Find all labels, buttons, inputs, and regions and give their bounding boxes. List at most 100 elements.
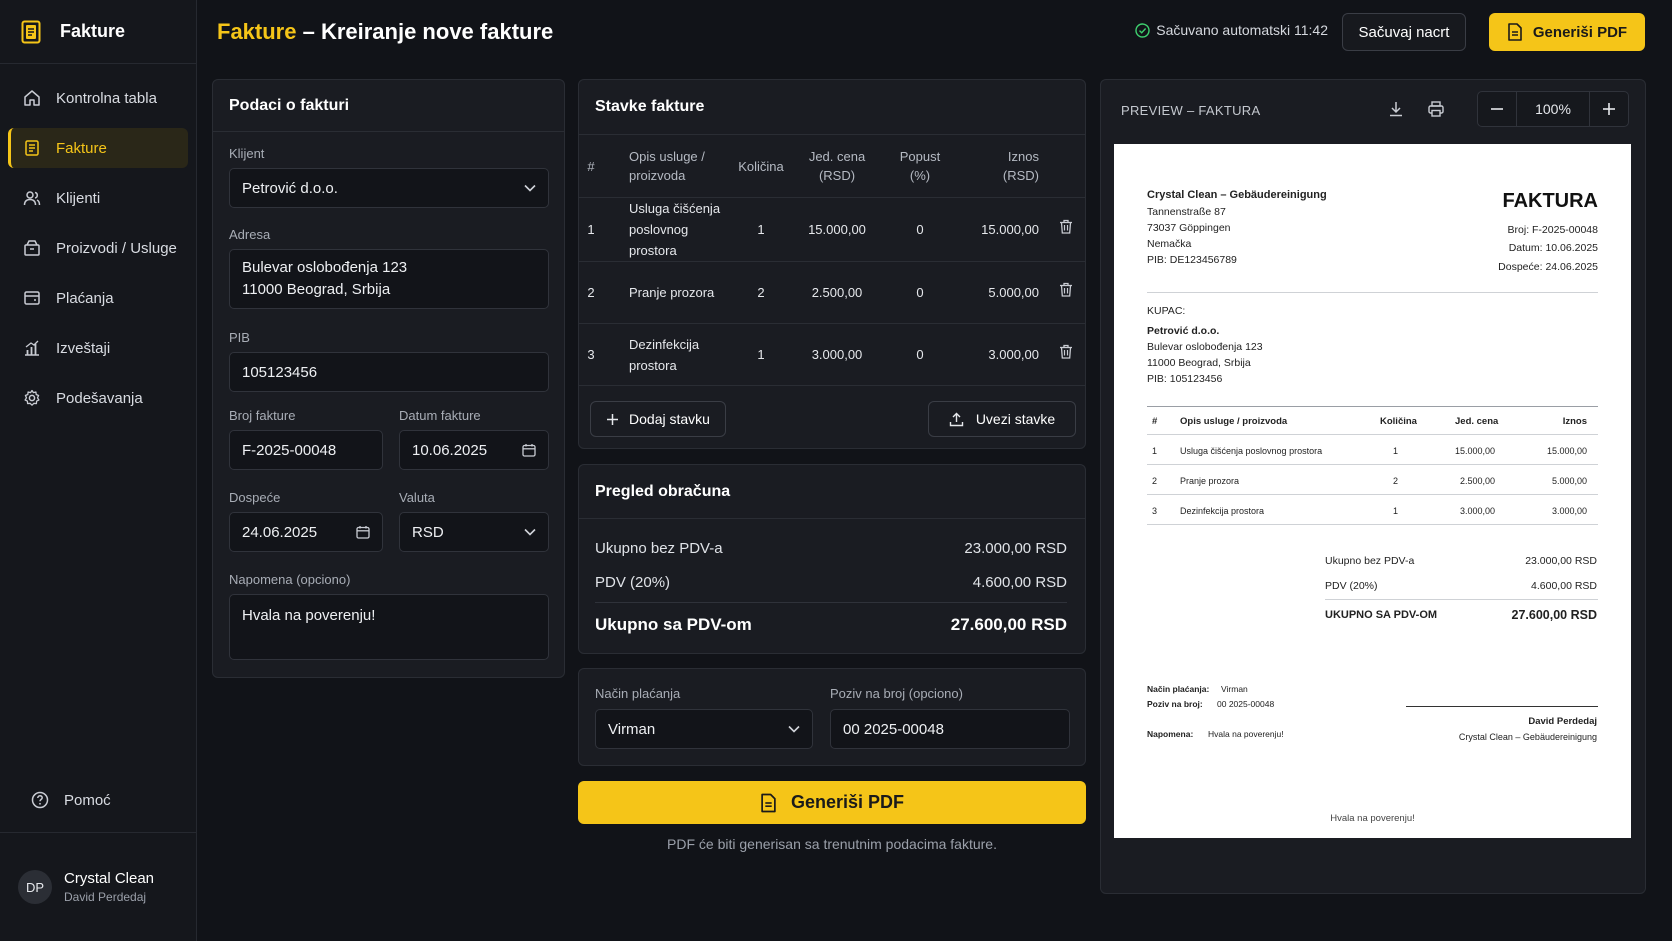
generate-pdf-button[interactable]: Generiši PDF (578, 781, 1086, 824)
doc-row-amount: 3.000,00 (1551, 506, 1587, 516)
col-description-line1: Opis usluge / (629, 149, 705, 164)
pib-field[interactable]: 105123456 (229, 352, 549, 392)
package-icon (22, 238, 42, 258)
row-quantity[interactable]: 2 (729, 261, 793, 324)
import-items-button[interactable]: Uvezi stavke (928, 401, 1076, 437)
doc-row-amount: 15.000,00 (1546, 446, 1587, 456)
panel-title: Pregled obračuna (579, 465, 1085, 519)
table-row[interactable]: 3 Dezinfekcija prostora 1 3.000,00 0 3.00… (579, 323, 1085, 386)
client-select[interactable]: Petrović d.o.o. (229, 168, 549, 208)
sidebar-item-reports[interactable]: Izveštaji (8, 328, 188, 368)
main-nav: Kontrolna tabla Fakture Klijenti Proizvo… (0, 64, 196, 418)
row-description[interactable]: Pranje prozora (603, 261, 729, 324)
doc-buyer-name: Petrović d.o.o. (1147, 325, 1220, 337)
user-company: Crystal Clean (64, 870, 155, 887)
col-num: # (579, 135, 603, 198)
page-title: Fakture – Kreiranje nove fakture (217, 19, 553, 45)
col-discount-line2: (%) (909, 168, 931, 183)
row-unit-price[interactable]: 2.500,00 (793, 261, 881, 324)
address-label: Adresa (229, 227, 271, 242)
user-name: David Perdedaj (64, 890, 147, 904)
help-link[interactable]: Pomoć (16, 780, 180, 820)
row-amount: 3.000,00 (959, 323, 1047, 386)
generate-pdf-header-button[interactable]: Generiši PDF (1489, 13, 1645, 51)
print-icon[interactable] (1427, 100, 1445, 121)
delete-row-button[interactable] (1047, 197, 1085, 262)
chevron-down-icon (788, 725, 800, 733)
due-date-label: Dospeće (229, 490, 281, 505)
doc-sign-company: Crystal Clean – Gebäudereinigung (1458, 732, 1597, 742)
calendar-icon[interactable] (522, 443, 536, 457)
panel-title: Stavke fakture (579, 80, 1085, 135)
address-line2: 11000 Beograd, Srbija (242, 281, 391, 298)
user-profile[interactable]: DP Crystal Clean David Perdedaj (0, 832, 196, 941)
divider (595, 602, 1067, 603)
row-unit-price[interactable]: 3.000,00 (793, 323, 881, 386)
zoom-in-button[interactable] (1589, 92, 1628, 126)
table-row[interactable]: 2 Pranje prozora 2 2.500,00 0 5.000,00 (579, 261, 1085, 324)
sidebar-item-clients[interactable]: Klijenti (8, 178, 188, 218)
download-icon[interactable] (1387, 100, 1405, 121)
col-amount: Iznos (RSD) (959, 135, 1047, 198)
row-description-line1: Dezinfekcija (629, 336, 700, 352)
payment-method-select[interactable]: Virman (595, 709, 813, 749)
address-field[interactable]: Bulevar oslobođenja 123 11000 Beograd, S… (229, 249, 549, 309)
doc-due: Dospeće: 24.06.2025 (1498, 261, 1598, 273)
table-row[interactable]: 1 Usluga čišćenja poslovnog prostora 1 15… (579, 197, 1085, 262)
invoice-number-label: Broj fakture (229, 408, 296, 423)
col-description-line2: proizvoda (629, 168, 686, 183)
row-description[interactable]: Dezinfekcija prostora (603, 323, 729, 386)
vat-label: PDV (20%) (595, 574, 671, 591)
sidebar-item-products[interactable]: Proizvodi / Usluge (8, 228, 188, 268)
total-value: 27.600,00 RSD (950, 615, 1067, 634)
doc-table-bottom-line (1147, 524, 1598, 525)
invoice-date-field[interactable]: 10.06.2025 (399, 430, 549, 470)
avatar: DP (18, 870, 52, 904)
zoom-out-button[interactable] (1478, 92, 1517, 126)
row-discount[interactable]: 0 (881, 261, 959, 324)
sidebar-item-payments[interactable]: Plaćanja (8, 278, 188, 318)
row-description-line2: poslovnog prostora (629, 222, 689, 258)
delete-row-button[interactable] (1047, 261, 1085, 324)
payment-method-value: Virman (608, 720, 656, 738)
home-icon (22, 88, 42, 108)
doc-row-price: 3.000,00 (1459, 506, 1495, 516)
reference-field[interactable]: 00 2025-00048 (830, 709, 1070, 749)
doc-street: Tannenstraße 87 (1147, 206, 1226, 218)
row-amount: 5.000,00 (959, 261, 1047, 324)
sidebar-item-dashboard[interactable]: Kontrolna tabla (8, 78, 188, 118)
brand: Fakture (0, 0, 196, 64)
add-item-button[interactable]: Dodaj stavku (590, 401, 726, 437)
sidebar-item-settings[interactable]: Podešavanja (8, 378, 188, 418)
client-label: Klijent (229, 146, 265, 161)
row-quantity[interactable]: 1 (729, 197, 793, 262)
doc-country: Nemačka (1147, 238, 1192, 250)
row-unit-price[interactable]: 15.000,00 (793, 197, 881, 262)
note-textarea[interactable]: Hvala na poverenju! (229, 594, 549, 660)
row-quantity[interactable]: 1 (729, 323, 793, 386)
help-label: Pomoć (64, 791, 111, 809)
doc-total-line (1325, 599, 1598, 600)
plus-icon (1603, 103, 1615, 115)
row-num: 2 (579, 261, 603, 324)
subtotal-label: Ukupno bez PDV-a (595, 540, 723, 557)
due-date-field[interactable]: 24.06.2025 (229, 512, 383, 552)
calendar-icon[interactable] (356, 525, 370, 539)
row-description-line2: prostora (629, 357, 677, 373)
summary-panel: Pregled obračuna Ukupno bez PDV-a 23.000… (578, 464, 1086, 654)
row-description[interactable]: Usluga čišćenja poslovnog prostora (603, 197, 729, 262)
doc-th-desc: Opis usluge / proizvoda (1180, 416, 1288, 427)
row-discount[interactable]: 0 (881, 197, 959, 262)
currency-select[interactable]: RSD (399, 512, 549, 552)
client-value: Petrović d.o.o. (242, 179, 338, 197)
delete-row-button[interactable] (1047, 323, 1085, 386)
row-discount[interactable]: 0 (881, 323, 959, 386)
doc-company: Crystal Clean – Gebäudereinigung (1147, 189, 1327, 201)
sidebar-item-invoices[interactable]: Fakture (8, 128, 188, 168)
save-draft-button[interactable]: Sačuvaj nacrt (1342, 13, 1466, 51)
vat-row: PDV (20%) 4.600,00 RSD (595, 574, 1067, 591)
trash-icon (1059, 219, 1073, 237)
invoice-number-field[interactable]: F-2025-00048 (229, 430, 383, 470)
doc-city: 73037 Göppingen (1147, 222, 1231, 234)
note-label: Napomena (opciono) (229, 572, 351, 587)
